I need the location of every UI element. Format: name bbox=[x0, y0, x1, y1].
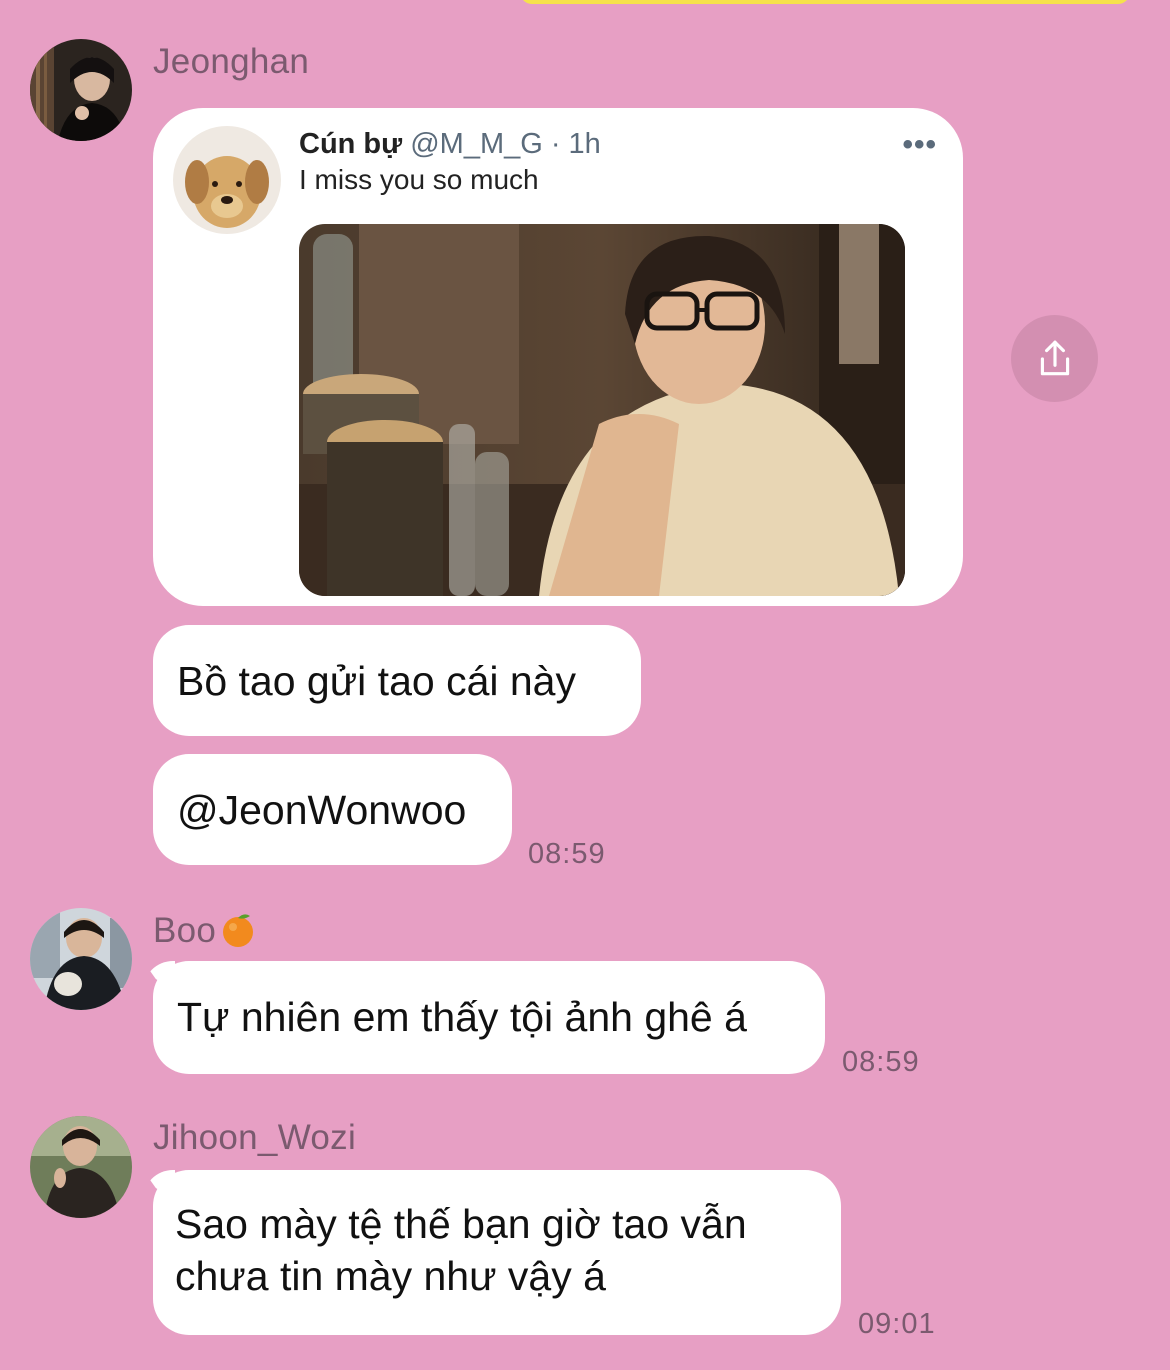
message-bubble[interactable]: Tự nhiên em thấy tội ảnh ghê á bbox=[153, 961, 825, 1074]
message-text: Tự nhiên em thấy tội ảnh ghê á bbox=[177, 994, 747, 1040]
message-timestamp: 09:01 bbox=[858, 1308, 936, 1340]
avatar-boo[interactable] bbox=[30, 908, 132, 1010]
avatar-jeonghan[interactable] bbox=[30, 39, 132, 141]
message-bubble[interactable]: @JeonWonwoo bbox=[153, 754, 512, 865]
sender-name: Jeonghan bbox=[153, 42, 310, 81]
message-timestamp: 08:59 bbox=[528, 838, 606, 870]
tweet-author-avatar bbox=[173, 126, 281, 234]
mention-link[interactable]: @JeonWonwoo bbox=[177, 787, 466, 833]
message-timestamp: 08:59 bbox=[842, 1046, 920, 1078]
tweet-text: I miss you so much bbox=[299, 164, 539, 195]
orange-emoji bbox=[223, 914, 254, 947]
tweet-handle: @M_M_G · 1h bbox=[410, 128, 601, 160]
tweet-header: Cún bự @M_M_G · 1h bbox=[299, 128, 601, 161]
more-options-icon[interactable]: ••• bbox=[902, 128, 937, 162]
message-bubble[interactable]: Sao mày tệ thế bạn giờ tao vẫn chưa tin … bbox=[153, 1170, 841, 1335]
message-text-line: chưa tin mày như vậy á bbox=[175, 1253, 606, 1299]
tweet-photo[interactable] bbox=[299, 224, 905, 596]
message-text-line: Sao mày tệ thế bạn giờ tao vẫn bbox=[175, 1201, 747, 1247]
tweet-author-name[interactable]: Cún bự bbox=[299, 128, 402, 160]
message-bubble[interactable]: Bồ tao gửi tao cái này bbox=[153, 625, 641, 736]
share-icon bbox=[1040, 340, 1069, 375]
sender-name: Jihoon_Wozi bbox=[153, 1118, 357, 1157]
sender-name-text: Boo bbox=[153, 911, 217, 950]
share-button[interactable] bbox=[1011, 315, 1098, 402]
avatar-jihoon[interactable] bbox=[30, 1116, 132, 1218]
message-text: Bồ tao gửi tao cái này bbox=[177, 658, 576, 704]
previous-message-edge bbox=[520, 0, 1130, 4]
tweet-card[interactable]: Cún bự @M_M_G · 1h ••• I miss you so muc… bbox=[153, 108, 963, 606]
sender-name: Boo bbox=[153, 911, 256, 951]
